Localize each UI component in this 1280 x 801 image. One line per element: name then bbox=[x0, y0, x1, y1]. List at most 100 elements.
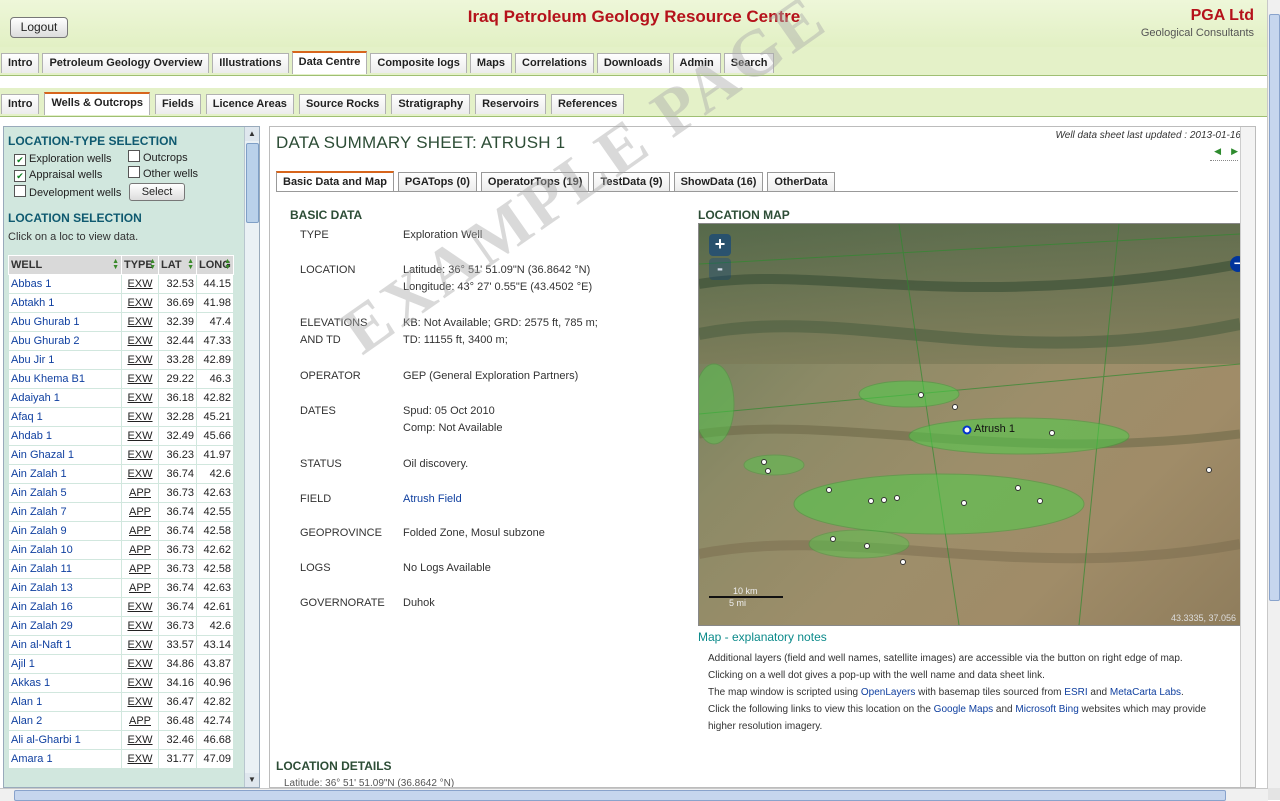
col-long-header[interactable]: LONG ▲ ▼ bbox=[196, 255, 234, 275]
development-wells-checkbox[interactable]: Development wells bbox=[14, 185, 121, 199]
google-maps-link[interactable]: Google Maps bbox=[934, 704, 993, 715]
well-name-cell[interactable]: Ain Ghazal 1 bbox=[8, 445, 122, 465]
subtab-reservoirs[interactable]: Reservoirs bbox=[475, 94, 546, 114]
well-name-cell[interactable]: Ain Zalah 13 bbox=[8, 578, 122, 598]
tab-data-centre[interactable]: Data Centre bbox=[291, 51, 368, 74]
subtab-fields[interactable]: Fields bbox=[154, 94, 201, 114]
well-name-cell[interactable]: Ain Zalah 10 bbox=[8, 540, 122, 560]
table-row[interactable]: Ahdab 1 EXW 32.49 45.66 bbox=[8, 426, 234, 446]
well-link[interactable]: Alan 1 bbox=[11, 696, 42, 708]
well-name-cell[interactable]: Ahdab 1 bbox=[8, 426, 122, 446]
well-link[interactable]: Ain Zalah 5 bbox=[11, 487, 67, 499]
well-name-cell[interactable]: Abu Ghurab 2 bbox=[8, 331, 122, 351]
well-name-cell[interactable]: Amara 1 bbox=[8, 749, 122, 769]
select-button[interactable]: Select bbox=[129, 183, 185, 201]
table-row[interactable]: Ain Zalah 1 EXW 36.74 42.6 bbox=[8, 464, 234, 484]
table-row[interactable]: Ajil 1 EXW 34.86 43.87 bbox=[8, 654, 234, 674]
well-link[interactable]: Akkas 1 bbox=[11, 677, 50, 689]
metacarta-link[interactable]: MetaCarta Labs bbox=[1110, 687, 1181, 698]
well-link[interactable]: Abu Khema B1 bbox=[11, 373, 85, 385]
tab-correlations[interactable]: Correlations bbox=[515, 53, 594, 73]
content-scrollbar[interactable] bbox=[1240, 127, 1255, 787]
col-well-header[interactable]: WELL ▲ ▼ bbox=[8, 255, 122, 275]
well-link[interactable]: Ahdab 1 bbox=[11, 430, 52, 442]
other-wells-checkbox[interactable]: Other wells bbox=[128, 166, 198, 180]
well-link[interactable]: Adaiyah 1 bbox=[11, 392, 60, 404]
map-notes-link[interactable]: Map - explanatory notes bbox=[698, 630, 827, 644]
sheet-tab-pgatops-0[interactable]: PGATops (0) bbox=[397, 172, 477, 192]
sheet-tab-showdata-16[interactable]: ShowData (16) bbox=[673, 172, 764, 192]
well-name-cell[interactable]: Ajil 1 bbox=[8, 654, 122, 674]
well-link[interactable]: Abu Ghurab 1 bbox=[11, 316, 80, 328]
outcrops-checkbox[interactable]: Outcrops bbox=[128, 150, 188, 164]
table-row[interactable]: Abu Khema B1 EXW 29.22 46.3 bbox=[8, 369, 234, 389]
appraisal-wells-checkbox[interactable]: ✔ Appraisal wells bbox=[14, 169, 102, 182]
subtab-licence-areas[interactable]: Licence Areas bbox=[205, 94, 294, 114]
well-link[interactable]: Amara 1 bbox=[11, 753, 53, 765]
table-row[interactable]: Ain Ghazal 1 EXW 36.23 41.97 bbox=[8, 445, 234, 465]
table-row[interactable]: Ain Zalah 13 APP 36.74 42.63 bbox=[8, 578, 234, 598]
table-row[interactable]: Ain al-Naft 1 EXW 33.57 43.14 bbox=[8, 635, 234, 655]
well-link[interactable]: Ain Zalah 13 bbox=[11, 582, 73, 594]
tab-downloads[interactable]: Downloads bbox=[596, 53, 670, 73]
sheet-tab-testdata-9[interactable]: TestData (9) bbox=[593, 172, 670, 192]
well-name-cell[interactable]: Ain Zalah 7 bbox=[8, 502, 122, 522]
tab-petroleum-geology-overview[interactable]: Petroleum Geology Overview bbox=[42, 53, 210, 73]
well-link[interactable]: Ajil 1 bbox=[11, 658, 35, 670]
prev-arrow-icon[interactable]: ◀ bbox=[1214, 146, 1221, 156]
tab-search[interactable]: Search bbox=[723, 53, 775, 73]
table-row[interactable]: Afaq 1 EXW 32.28 45.21 bbox=[8, 407, 234, 427]
window-horizontal-scrollbar[interactable] bbox=[0, 788, 1268, 801]
table-row[interactable]: Ain Zalah 10 APP 36.73 42.62 bbox=[8, 540, 234, 560]
well-link[interactable]: Alan 2 bbox=[11, 715, 42, 727]
esri-link[interactable]: ESRI bbox=[1064, 687, 1087, 698]
well-link[interactable]: Ain Zalah 10 bbox=[11, 544, 73, 556]
table-row[interactable]: Ain Zalah 11 APP 36.73 42.58 bbox=[8, 559, 234, 579]
well-name-cell[interactable]: Ain Zalah 5 bbox=[8, 483, 122, 503]
table-row[interactable]: Abu Jir 1 EXW 33.28 42.89 bbox=[8, 350, 234, 370]
table-row[interactable]: Ain Zalah 9 APP 36.74 42.58 bbox=[8, 521, 234, 541]
subtab-stratigraphy[interactable]: Stratigraphy bbox=[391, 94, 471, 114]
well-name-cell[interactable]: Abtakh 1 bbox=[8, 293, 122, 313]
well-name-cell[interactable]: Abu Ghurab 1 bbox=[8, 312, 122, 332]
subtab-wells-outcrops[interactable]: Wells & Outcrops bbox=[44, 92, 150, 115]
table-row[interactable]: Ain Zalah 29 EXW 36.73 42.6 bbox=[8, 616, 234, 636]
openlayers-link[interactable]: OpenLayers bbox=[861, 687, 915, 698]
well-name-cell[interactable]: Ain Zalah 29 bbox=[8, 616, 122, 636]
table-row[interactable]: Ain Zalah 7 APP 36.74 42.55 bbox=[8, 502, 234, 522]
well-link[interactable]: Abtakh 1 bbox=[11, 297, 54, 309]
zoom-out-button[interactable]: - bbox=[709, 258, 731, 280]
location-map[interactable]: Atrush 1 + - − 10 km 5 mi 43.3335, 37.05… bbox=[698, 223, 1241, 626]
well-name-cell[interactable]: Ain Zalah 16 bbox=[8, 597, 122, 617]
tab-illustrations[interactable]: Illustrations bbox=[212, 53, 289, 73]
well-link[interactable]: Ain Zalah 16 bbox=[11, 601, 73, 613]
table-row[interactable]: Ain Zalah 16 EXW 36.74 42.61 bbox=[8, 597, 234, 617]
table-row[interactable]: Akkas 1 EXW 34.16 40.96 bbox=[8, 673, 234, 693]
well-link[interactable]: Ain Zalah 11 bbox=[11, 563, 72, 575]
table-row[interactable]: Alan 2 APP 36.48 42.74 bbox=[8, 711, 234, 731]
exploration-wells-checkbox[interactable]: ✔ Exploration wells bbox=[14, 153, 112, 166]
well-name-cell[interactable]: Ain Zalah 9 bbox=[8, 521, 122, 541]
well-link[interactable]: Ain al-Naft 1 bbox=[11, 639, 72, 651]
sheet-tab-otherdata[interactable]: OtherData bbox=[767, 172, 835, 192]
well-name-cell[interactable]: Adaiyah 1 bbox=[8, 388, 122, 408]
table-row[interactable]: Ali al-Gharbi 1 EXW 32.46 46.68 bbox=[8, 730, 234, 750]
field-link[interactable]: Atrush Field bbox=[403, 493, 462, 505]
table-row[interactable]: Abbas 1 EXW 32.53 44.15 bbox=[8, 274, 234, 294]
scroll-up-icon[interactable]: ▲ bbox=[245, 127, 259, 141]
zoom-in-button[interactable]: + bbox=[709, 234, 731, 256]
well-name-cell[interactable]: Ain al-Naft 1 bbox=[8, 635, 122, 655]
well-link[interactable]: Ain Zalah 7 bbox=[11, 506, 67, 518]
well-link[interactable]: Ali al-Gharbi 1 bbox=[11, 734, 81, 746]
tab-admin[interactable]: Admin bbox=[672, 53, 721, 73]
table-row[interactable]: Abtakh 1 EXW 36.69 41.98 bbox=[8, 293, 234, 313]
well-name-cell[interactable]: Abbas 1 bbox=[8, 274, 122, 294]
tab-composite-logs[interactable]: Composite logs bbox=[370, 53, 467, 73]
sidebar-scrollbar[interactable]: ▲ ▼ bbox=[244, 127, 259, 787]
well-link[interactable]: Afaq 1 bbox=[11, 411, 43, 423]
well-name-cell[interactable]: Abu Jir 1 bbox=[8, 350, 122, 370]
well-name-cell[interactable]: Akkas 1 bbox=[8, 673, 122, 693]
scroll-thumb[interactable] bbox=[246, 143, 259, 223]
next-arrow-icon[interactable]: ▶ bbox=[1231, 146, 1238, 156]
table-row[interactable]: Amara 1 EXW 31.77 47.09 bbox=[8, 749, 234, 769]
